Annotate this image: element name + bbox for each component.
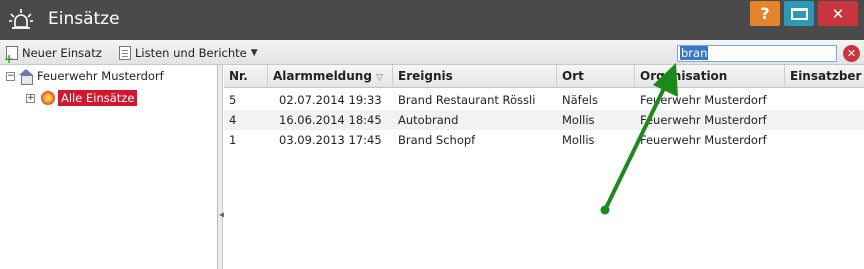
tree-node-root[interactable]: − Feuerwehr Musterdorf (6, 69, 164, 85)
window-title: Einsätze (48, 9, 120, 29)
lists-reports-menu[interactable]: Listen und Berichte ▼ (119, 44, 258, 62)
tree-node-all-incidents[interactable]: + Alle Einsätze (26, 90, 138, 106)
column-header-location[interactable]: Ort (557, 65, 635, 88)
cell-nr: 5 (229, 93, 237, 107)
incident-grid: Nr. Alarmmeldung ▽ Ereignis Ort Organisat… (224, 65, 864, 269)
help-button[interactable]: ? (750, 1, 780, 26)
flame-icon (41, 91, 55, 105)
tree-child-label: Alle Einsätze (58, 90, 138, 106)
column-header-alarm-label: Alarmmeldung (273, 69, 372, 83)
cell-event: Autobrand (398, 113, 459, 127)
cell-event: Brand Schopf (398, 133, 476, 147)
column-header-alarm[interactable]: Alarmmeldung ▽ (268, 65, 393, 88)
cell-nr: 4 (229, 113, 237, 127)
cell-organisation: Feuerwehr Musterdorf (640, 93, 767, 107)
search-value: bran (680, 46, 709, 60)
expand-icon[interactable]: + (26, 93, 35, 103)
cell-location: Mollis (562, 113, 595, 127)
lists-reports-label: Listen und Berichte (135, 46, 247, 60)
close-button[interactable]: ✕ (818, 1, 858, 26)
collapse-icon[interactable]: − (6, 71, 15, 81)
new-document-icon (4, 46, 18, 65)
panel-splitter[interactable]: ◀ (218, 65, 225, 269)
table-row[interactable]: 1 03.09.2013 17:45 Brand Schopf Mollis F… (224, 130, 864, 150)
cell-location: Näfels (562, 93, 598, 107)
new-incident-label: Neuer Einsatz (22, 46, 102, 60)
column-header-report[interactable]: Einsatzber (785, 65, 864, 88)
cell-event: Brand Restaurant Rössli (398, 93, 536, 107)
cell-alarm: 02.07.2014 19:33 (279, 93, 382, 107)
grid-header: Nr. Alarmmeldung ▽ Ereignis Ort Organisat… (224, 65, 864, 88)
tree-root-label: Feuerwehr Musterdorf (37, 69, 164, 83)
cell-alarm: 03.09.2013 17:45 (279, 133, 382, 147)
siren-icon (9, 9, 33, 29)
table-row[interactable]: 5 02.07.2014 19:33 Brand Restaurant Röss… (224, 90, 864, 110)
column-header-organisation[interactable]: Organisation (635, 65, 785, 88)
table-row[interactable]: 4 16.06.2014 18:45 Autobrand Mollis Feue… (224, 110, 864, 130)
tree-panel: − Feuerwehr Musterdorf + Alle Einsätze (0, 65, 218, 269)
sort-icon: ▽ (375, 73, 383, 83)
column-header-event[interactable]: Ereignis (393, 65, 557, 88)
house-icon (18, 69, 34, 85)
cell-location: Mollis (562, 133, 595, 147)
cell-organisation: Feuerwehr Musterdorf (640, 133, 767, 147)
search-input[interactable]: bran (677, 45, 837, 62)
cell-nr: 1 (229, 133, 237, 147)
cell-organisation: Feuerwehr Musterdorf (640, 113, 767, 127)
list-document-icon (119, 46, 131, 60)
column-header-nr[interactable]: Nr. (224, 65, 268, 88)
cell-alarm: 16.06.2014 18:45 (279, 113, 382, 127)
clear-search-icon[interactable]: ✕ (843, 45, 860, 62)
chevron-down-icon: ▼ (250, 48, 258, 58)
new-incident-button[interactable]: Neuer Einsatz (4, 44, 102, 65)
maximize-button[interactable] (784, 1, 814, 26)
maximize-icon (790, 7, 808, 20)
window-titlebar: Einsätze ? ✕ (0, 0, 864, 40)
